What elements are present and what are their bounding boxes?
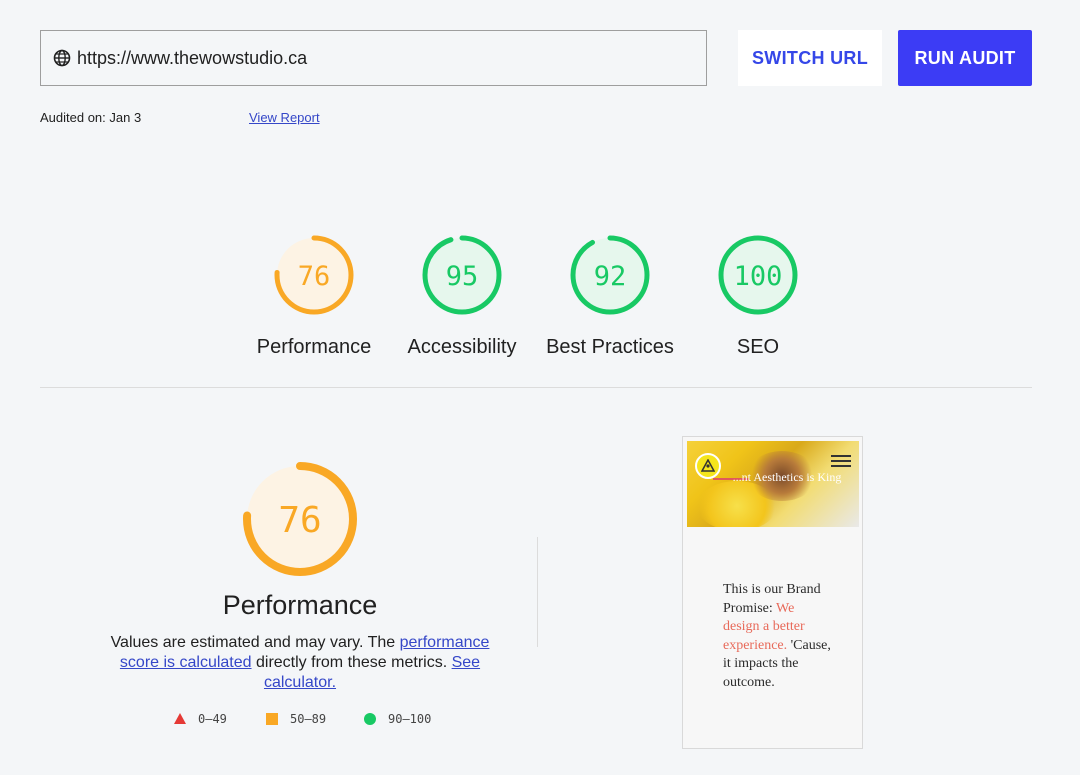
thumbnail-hero-text: ...nt Aesthetics is King — [732, 470, 842, 484]
gauge-ring: 100 — [718, 235, 798, 315]
site-logo-icon — [695, 453, 721, 479]
score-gauge-seo[interactable]: 100 SEO — [683, 234, 833, 359]
circle-icon — [364, 713, 376, 725]
url-input-box[interactable] — [40, 30, 707, 86]
score-value: 76 — [298, 261, 331, 292]
score-value: 100 — [734, 261, 783, 292]
thumbnail-hero-image: ...nt Aesthetics is King — [687, 441, 859, 527]
score-label: Best Practices — [546, 336, 674, 358]
switch-url-button[interactable]: SWITCH URL — [738, 30, 882, 86]
body-text: This is our Brand Promise: — [723, 582, 821, 616]
description-text: directly from these metrics. — [251, 654, 452, 671]
performance-big-gauge: 76 — [243, 462, 357, 576]
score-label: Accessibility — [407, 336, 517, 358]
hamburger-menu-icon — [831, 455, 851, 470]
section-divider — [40, 387, 1032, 388]
thumbnail-body-text: This is our Brand Promise: We design a b… — [723, 581, 833, 693]
square-icon — [266, 713, 278, 725]
legend-item-average: 50–89 — [266, 712, 326, 726]
score-gauge-performance[interactable]: 76 Performance — [239, 234, 389, 359]
legend-range: 0–49 — [198, 712, 227, 726]
page-screenshot-thumbnail: ...nt Aesthetics is King This is our Bra… — [682, 436, 863, 749]
score-label: Performance — [256, 336, 372, 358]
url-input[interactable] — [77, 47, 677, 69]
performance-description: Values are estimated and may vary. The p… — [100, 633, 500, 693]
legend-item-pass: 90–100 — [364, 712, 431, 726]
performance-score-value: 76 — [278, 500, 321, 541]
audited-date: Audited on: Jan 3 — [40, 110, 142, 125]
score-value: 92 — [594, 261, 627, 292]
gauge-ring: 76 — [274, 235, 354, 315]
triangle-icon — [174, 713, 186, 725]
description-text: Values are estimated and may vary. The — [110, 634, 400, 651]
vertical-divider — [537, 537, 538, 647]
view-report-link[interactable]: View Report — [249, 110, 320, 125]
legend-range: 90–100 — [388, 712, 432, 726]
score-label: SEO — [736, 336, 780, 358]
globe-icon — [53, 49, 71, 67]
legend-range: 50–89 — [290, 712, 327, 726]
run-audit-button[interactable]: RUN AUDIT — [898, 30, 1032, 86]
performance-title: Performance — [222, 590, 378, 620]
score-value: 95 — [446, 261, 479, 292]
score-gauge-best-practices[interactable]: 92 Best Practices — [535, 234, 685, 359]
gauge-ring: 92 — [570, 235, 650, 315]
gauge-ring: 95 — [422, 235, 502, 315]
legend-item-fail: 0–49 — [174, 712, 227, 726]
score-gauge-accessibility[interactable]: 95 Accessibility — [387, 234, 537, 359]
